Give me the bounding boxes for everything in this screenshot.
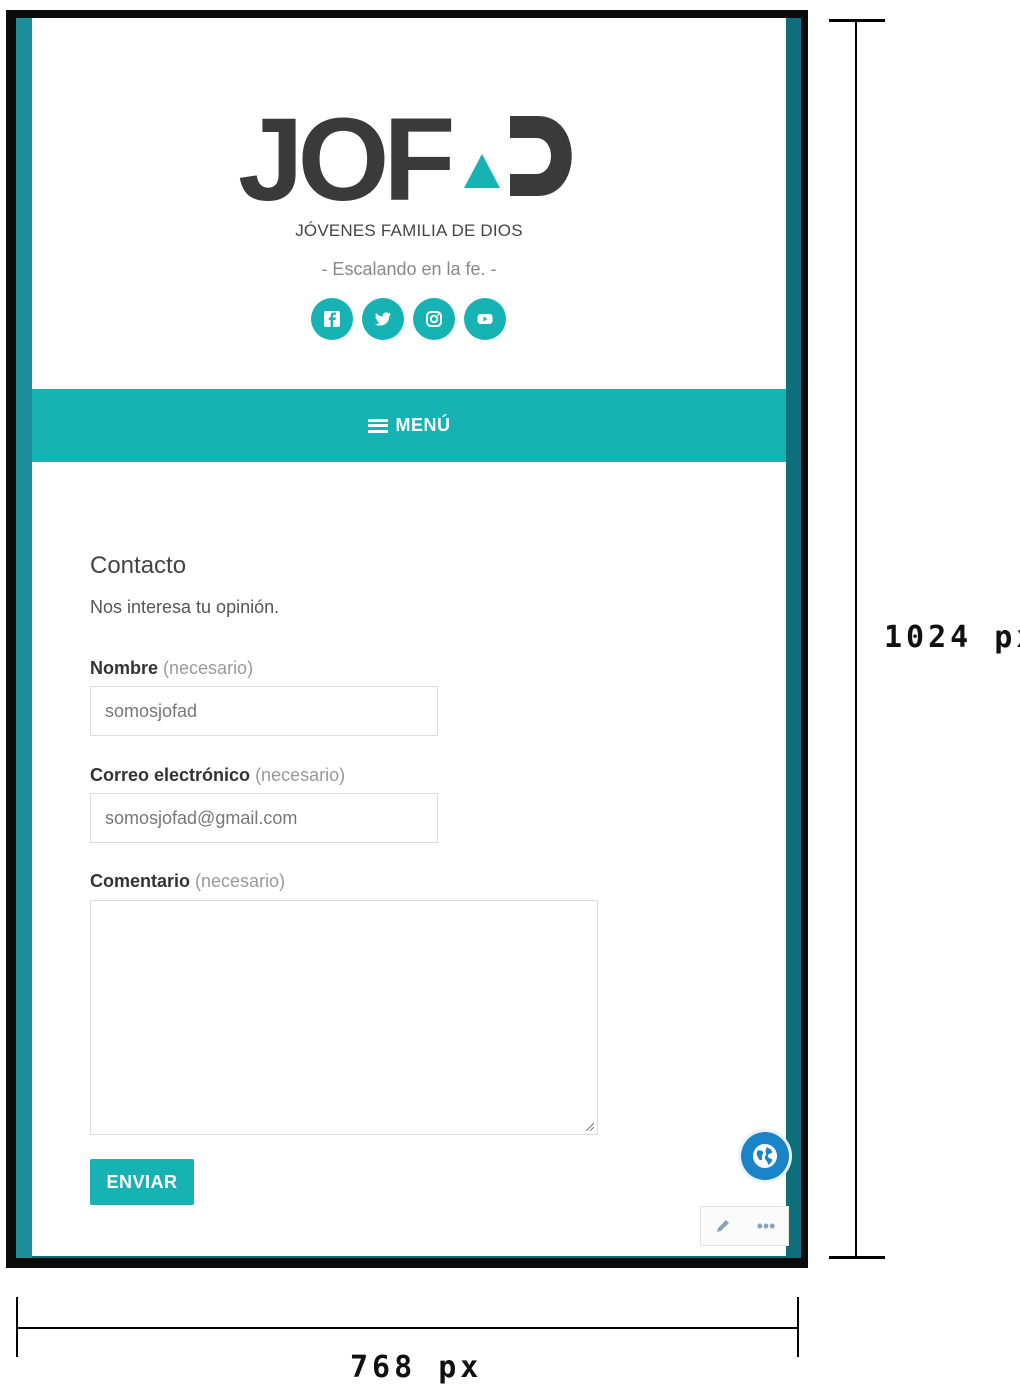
email-field[interactable]: somosjofad@gmail.com (90, 793, 438, 843)
browser-viewport: JOF JÓVENES FAMILIA DE DIOS - Escalando … (16, 18, 801, 1258)
height-dimension-bottom-cap (829, 1256, 885, 1259)
site-tagline: - Escalando en la fe. - (321, 259, 497, 279)
name-required-note: (necesario) (163, 658, 254, 678)
comment-label-text: Comentario (90, 871, 191, 891)
globe-icon (753, 1144, 777, 1168)
comment-required-note: (necesario) (195, 871, 286, 891)
name-label-text: Nombre (90, 658, 159, 678)
resize-handle-icon[interactable] (584, 1121, 594, 1131)
pencil-icon[interactable] (714, 1217, 732, 1235)
instagram-icon (426, 311, 442, 327)
nav-bar: MENÚ (32, 389, 786, 462)
name-label: Nombre (necesario) (90, 658, 253, 679)
height-dimension-line (855, 20, 857, 1258)
name-field[interactable]: somosjofad (90, 686, 438, 736)
site-logo[interactable]: JOF (238, 100, 578, 220)
width-dimension-line (16, 1327, 799, 1329)
logo-letter-d (510, 116, 572, 196)
hamburger-icon (367, 418, 388, 433)
logo-triangle (464, 154, 500, 188)
youtube-icon (477, 314, 493, 324)
facebook-icon (324, 311, 340, 327)
email-required-note: (necesario) (255, 765, 346, 785)
submit-button[interactable]: ENVIAR (90, 1159, 194, 1205)
admin-toolbar: ••• (700, 1206, 789, 1246)
width-dimension-right-cap (797, 1297, 799, 1357)
height-dimension-label: 1024 px (884, 620, 1020, 655)
youtube-link[interactable] (464, 298, 506, 340)
more-icon[interactable]: ••• (757, 1216, 776, 1237)
comment-textarea[interactable] (90, 900, 598, 1135)
menu-toggle[interactable]: MENÚ (32, 389, 786, 462)
logo-text-jof: JOF (238, 100, 451, 220)
instagram-link[interactable] (413, 298, 455, 340)
height-dimension-top-cap (829, 19, 885, 22)
globe-button[interactable] (741, 1132, 789, 1180)
web-page: JOF JÓVENES FAMILIA DE DIOS - Escalando … (32, 18, 786, 1256)
twitter-link[interactable] (362, 298, 404, 340)
contact-intro: Nos interesa tu opinión. (90, 597, 280, 617)
left-accent-stripe (16, 18, 32, 1258)
facebook-link[interactable] (311, 298, 353, 340)
site-subtitle: JÓVENES FAMILIA DE DIOS (295, 221, 523, 240)
comment-label: Comentario (necesario) (90, 871, 285, 892)
contact-title: Contacto (90, 552, 187, 579)
email-label-text: Correo electrónico (90, 765, 251, 785)
email-label: Correo electrónico (necesario) (90, 765, 345, 786)
twitter-icon (374, 312, 391, 326)
menu-label: MENÚ (395, 415, 451, 435)
width-dimension-label: 768 px (350, 1350, 483, 1385)
